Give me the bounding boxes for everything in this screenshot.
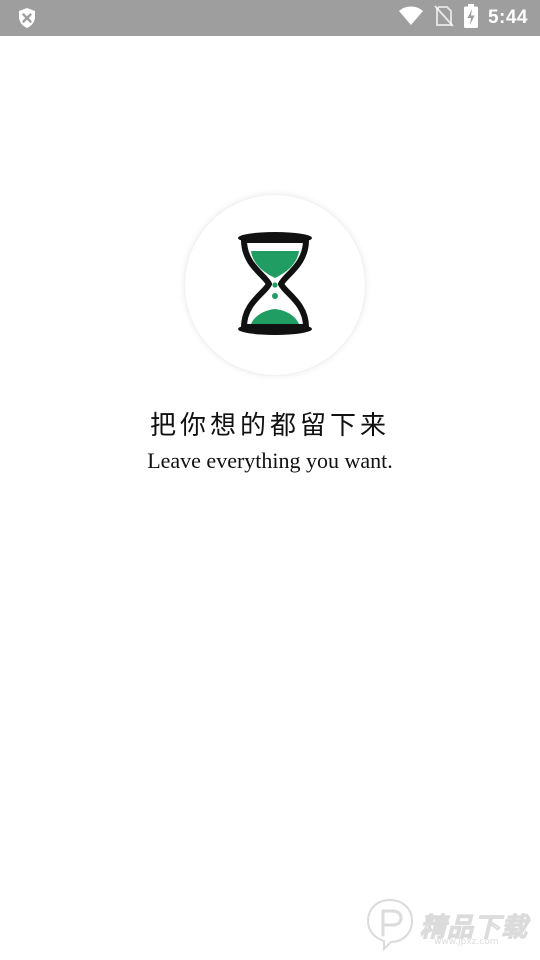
app-logo — [185, 195, 365, 375]
status-bar: 5:44 — [0, 0, 540, 36]
status-time: 5:44 — [487, 7, 528, 28]
slogan-chinese: 把你想的都留下来 — [149, 411, 390, 441]
shield-x-icon — [16, 7, 38, 29]
watermark-sub: www.jpxz.com — [434, 937, 499, 947]
no-sim-icon — [434, 5, 454, 31]
wifi-icon — [398, 6, 424, 30]
watermark-logo-icon — [366, 898, 414, 952]
slogan-english: Leave everything you want. — [147, 448, 393, 473]
watermark: 精品下载 www.jpxz.com — [364, 897, 534, 952]
hourglass-icon — [238, 232, 312, 335]
status-right: 5:44 — [398, 0, 528, 36]
splash-screen: 5:44 把你想的都留下来 Leave everything you want. — [0, 0, 540, 960]
battery-charging-icon — [463, 4, 478, 32]
